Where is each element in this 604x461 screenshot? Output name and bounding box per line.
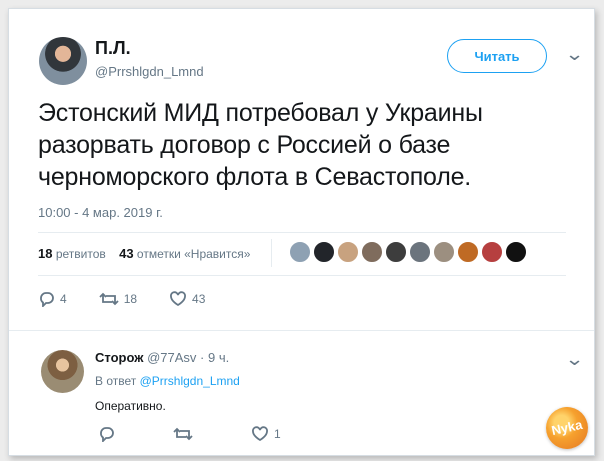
author-handle[interactable]: @Prrshlgdn_Lmnd [95, 64, 204, 79]
liker-avatar[interactable] [481, 241, 503, 263]
author-avatar[interactable] [39, 37, 87, 85]
stats-separator [271, 239, 272, 267]
reply-actions: 1 [98, 426, 281, 442]
reply-divider [9, 330, 594, 331]
liker-avatar[interactable] [289, 241, 311, 263]
reply-icon [40, 292, 54, 307]
reply-like-count: 1 [274, 427, 281, 441]
liker-avatar[interactable] [433, 241, 455, 263]
reply-context: В ответ @Prrshlgdn_Lmnd [95, 374, 240, 388]
chevron-down-icon[interactable]: ⌄ [565, 349, 585, 370]
reply-text: Оперативно. [95, 399, 166, 413]
follow-button[interactable]: Читать [447, 39, 547, 73]
reply-author-handle[interactable]: @77Asv [147, 350, 196, 365]
reply-button[interactable]: 4 [38, 291, 67, 307]
reply-author-avatar[interactable] [41, 350, 84, 393]
like-stat[interactable]: 43 отметки «Нравится» [119, 246, 250, 261]
liker-avatar[interactable] [457, 241, 479, 263]
retweet-icon [173, 427, 193, 441]
author-name[interactable]: П.Л. [95, 38, 131, 59]
tweet-actions: 4 18 43 [38, 291, 205, 307]
liker-avatar[interactable] [361, 241, 383, 263]
watermark-logo: Nyka [542, 403, 592, 453]
retweet-count[interactable]: 18 ретвитов [38, 246, 106, 261]
liker-avatar[interactable] [337, 241, 359, 263]
reply-count: 4 [60, 292, 67, 306]
reply-reply-button[interactable] [98, 426, 115, 442]
tweet-card: П.Л. @Prrshlgdn_Lmnd Читать ⌄ Эстонский … [8, 8, 595, 456]
in-reply-handle[interactable]: @Prrshlgdn_Lmnd [140, 374, 240, 388]
heart-icon [170, 291, 186, 307]
tweet-stats: 18 ретвитов 43 отметки «Нравится» [38, 246, 250, 261]
in-reply-prefix: В ответ [95, 374, 137, 388]
middle-divider [38, 275, 566, 276]
retweet-button[interactable]: 18 [99, 291, 137, 307]
reply-icon [100, 427, 114, 442]
chevron-down-icon[interactable]: ⌄ [565, 44, 585, 65]
retweet-action-count: 18 [123, 292, 138, 306]
reply-time[interactable]: · 9 ч. [200, 350, 229, 365]
likers-avatar-list [289, 241, 527, 263]
tweet-text: Эстонский МИД потребовал у Украины разор… [38, 99, 483, 191]
liker-avatar[interactable] [385, 241, 407, 263]
liker-avatar[interactable] [313, 241, 335, 263]
reply-like-button[interactable]: 1 [251, 426, 281, 442]
heart-icon [252, 426, 268, 442]
liker-avatar[interactable] [505, 241, 527, 263]
liker-avatar[interactable] [409, 241, 431, 263]
like-action-count: 43 [192, 292, 206, 306]
tweet-timestamp[interactable]: 10:00 - 4 мар. 2019 г. [38, 205, 163, 220]
top-divider [38, 232, 566, 233]
like-button[interactable]: 43 [169, 291, 205, 307]
reply-retweet-button[interactable] [173, 426, 193, 442]
reply-header: Сторож @77Asv · 9 ч. [95, 350, 229, 365]
retweet-icon [99, 292, 119, 306]
reply-author-name[interactable]: Сторож [95, 350, 143, 365]
